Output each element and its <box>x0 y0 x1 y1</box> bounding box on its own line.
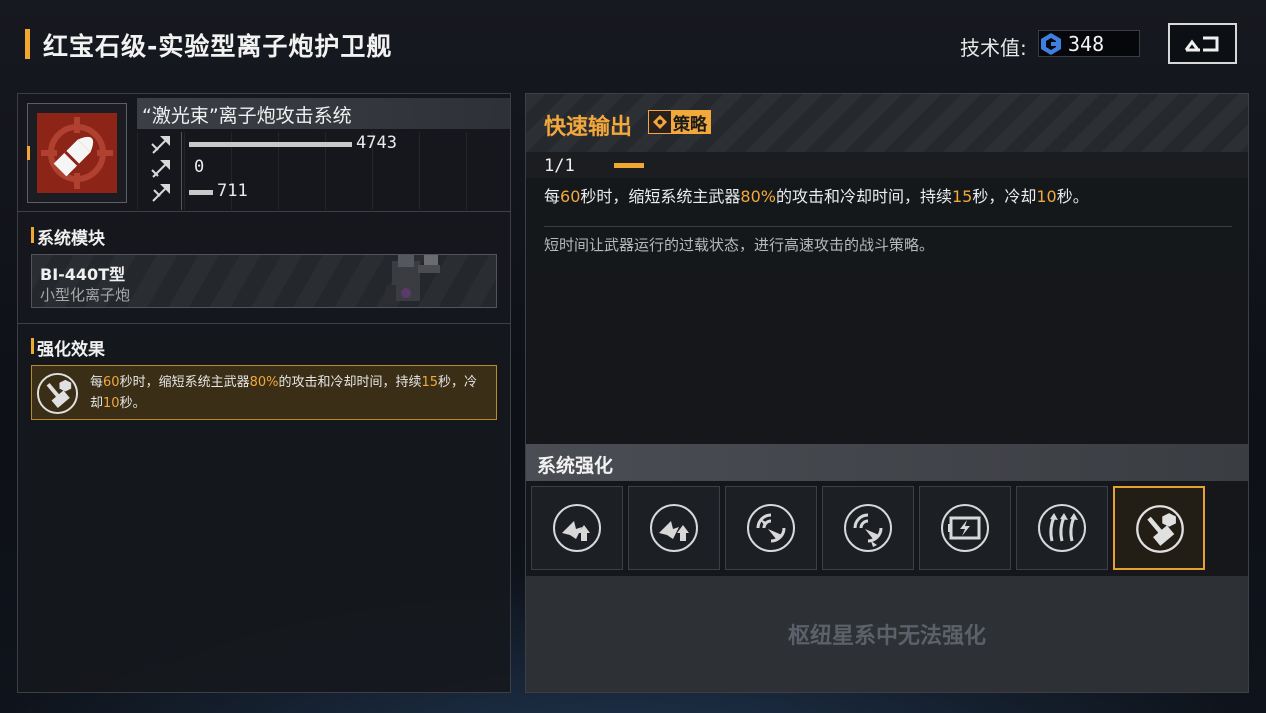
section-divider <box>18 323 510 324</box>
strategy-icon <box>649 111 671 133</box>
enhancement-effect-text: 每60秒时，缩短系统主武器80%的攻击和冷却时间，持续15秒，冷却10秒。 <box>90 375 478 411</box>
system-enhance-title: 系统强化 <box>537 455 614 477</box>
triple-arrow-up-icon <box>1038 504 1086 552</box>
back-button[interactable] <box>1168 23 1237 64</box>
enhance-slot[interactable] <box>822 486 914 570</box>
skill-tag: 策略 <box>648 110 711 135</box>
energy-battery-icon <box>941 504 989 552</box>
skill-level: 1/1 <box>544 156 575 176</box>
skill-level-row: 1/1 <box>526 152 1248 178</box>
module-cannon-image <box>386 255 440 303</box>
skill-tag-label: 策略 <box>673 114 707 135</box>
module-subtitle: 小型化离子炮 <box>40 286 131 304</box>
siege-arrow-icon <box>152 184 170 202</box>
page-title: 红宝石级-实验型离子炮护卫舰 <box>43 32 393 61</box>
tech-value-label: 技术值: <box>960 36 1027 60</box>
enhance-slot[interactable] <box>919 486 1011 570</box>
radar-sweep-icon <box>747 504 795 552</box>
weapon-tile[interactable] <box>37 113 117 193</box>
skill-name: 快速输出 <box>544 115 633 140</box>
weapon-panel: “激光束”离子炮攻击系统 4743 0 711 系统模块 BI-440T型 小型… <box>17 93 511 693</box>
skill-description: 每60秒时，缩短系统主武器80%的攻击和冷却时间，持续15秒，冷却10秒。 <box>544 187 1089 206</box>
arrows-up-fighter-alt-icon <box>650 504 698 552</box>
radar-sweep-alt-icon <box>844 504 892 552</box>
enhancement-effect-card[interactable]: 每60秒时，缩短系统主武器80%的攻击和冷却时间，持续15秒，冷却10秒。 <box>31 365 497 420</box>
system-module-card[interactable]: BI-440T型 小型化离子炮 <box>31 254 497 308</box>
anti-ship-arrow-icon <box>151 136 170 154</box>
description-divider <box>544 226 1232 227</box>
module-model: BI-440T型 <box>40 265 126 284</box>
enhance-locked-area: 枢纽星系中无法强化 <box>526 576 1248 692</box>
tech-value: 348 <box>1068 32 1105 56</box>
turret-boost-icon <box>1136 505 1184 553</box>
enhance-slot[interactable] <box>1016 486 1108 570</box>
stat-value: 0 <box>194 157 205 177</box>
back-arrow-icon <box>1184 36 1219 52</box>
tech-value-box: 348 <box>1038 30 1140 57</box>
stat-bar <box>189 190 213 195</box>
tech-hex-icon <box>1041 33 1061 55</box>
turret-boost-icon <box>36 372 79 415</box>
skill-flavor-text: 短时间让武器运行的过载状态，进行高速攻击的战斗策略。 <box>544 236 935 254</box>
system-module-title: 系统模块 <box>37 229 105 249</box>
weapon-name: “激光束”离子炮攻击系统 <box>142 105 352 127</box>
enhance-slot[interactable] <box>531 486 623 570</box>
stat-value: 711 <box>217 181 248 201</box>
anti-fighter-arrow-icon <box>151 160 170 178</box>
crosshair-shell-icon <box>41 117 113 189</box>
stat-value: 4743 <box>356 133 397 153</box>
skill-panel: 快速输出 策略 1/1 每60秒时，缩短系统主武器80%的攻击和冷却时间，持续1… <box>525 93 1249 693</box>
enhance-slot-selected[interactable] <box>1113 486 1205 570</box>
level-pip <box>614 163 644 168</box>
enhance-slot[interactable] <box>628 486 720 570</box>
section-marker <box>31 227 34 243</box>
section-marker <box>31 338 34 354</box>
skill-header: 快速输出 策略 <box>526 94 1248 152</box>
system-enhance-bar: 系统强化 <box>526 444 1248 481</box>
arrows-up-fighter-icon <box>553 504 601 552</box>
enhancement-effect-title: 强化效果 <box>37 340 105 360</box>
enhance-locked-text: 枢纽星系中无法强化 <box>787 624 986 649</box>
weapon-tile-marker <box>27 146 30 160</box>
stat-bar <box>189 142 352 147</box>
title-accent-bar <box>25 29 30 59</box>
enhance-slot[interactable] <box>725 486 817 570</box>
weapon-header: “激光束”离子炮攻击系统 4743 0 711 <box>18 94 510 212</box>
